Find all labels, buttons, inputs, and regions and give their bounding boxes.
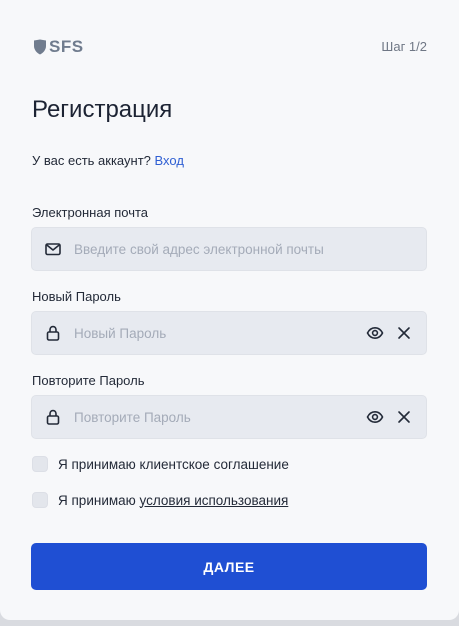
repeat-password-input[interactable] bbox=[74, 396, 344, 438]
terms-link[interactable]: условия использования bbox=[140, 493, 289, 508]
registration-card: SFS Шаг 1/2 Регистрация У вас есть аккау… bbox=[0, 0, 459, 620]
step-indicator: Шаг 1/2 bbox=[381, 39, 427, 54]
have-account-prompt: У вас есть аккаунт? Вход bbox=[32, 153, 184, 168]
mail-icon bbox=[45, 243, 61, 256]
agree-terms-checkbox[interactable] bbox=[32, 492, 48, 508]
login-link[interactable]: Вход bbox=[155, 153, 184, 168]
agree-client-checkbox[interactable] bbox=[32, 456, 48, 472]
agree-client-row[interactable]: Я принимаю клиентское соглашение bbox=[32, 456, 289, 472]
repeat-password-label: Повторите Пароль bbox=[32, 373, 145, 388]
eye-icon[interactable] bbox=[366, 324, 384, 342]
eye-icon[interactable] bbox=[366, 408, 384, 426]
lock-icon bbox=[46, 409, 60, 425]
close-icon[interactable] bbox=[396, 409, 412, 425]
shield-icon bbox=[34, 39, 46, 55]
password-input[interactable] bbox=[74, 312, 344, 354]
page-title: Регистрация bbox=[32, 96, 173, 123]
have-account-text: У вас есть аккаунт? bbox=[32, 153, 155, 168]
next-button[interactable]: ДАЛЕЕ bbox=[31, 543, 427, 590]
email-input[interactable] bbox=[74, 228, 344, 270]
lock-icon bbox=[46, 325, 60, 341]
agree-terms-prefix: Я принимаю bbox=[58, 492, 140, 508]
logo: SFS bbox=[33, 37, 84, 57]
agree-terms-row[interactable]: Я принимаю условия использования bbox=[32, 492, 288, 508]
email-field[interactable] bbox=[31, 227, 427, 271]
logo-text: SFS bbox=[49, 37, 84, 56]
password-label: Новый Пароль bbox=[32, 289, 121, 304]
password-field[interactable] bbox=[31, 311, 427, 355]
agree-client-label[interactable]: Я принимаю клиентское соглашение bbox=[58, 457, 289, 472]
email-label: Электронная почта bbox=[32, 205, 149, 220]
close-icon[interactable] bbox=[396, 325, 412, 341]
agree-terms-label[interactable]: Я принимаю условия использования bbox=[58, 493, 288, 508]
repeat-password-field[interactable] bbox=[31, 395, 427, 439]
